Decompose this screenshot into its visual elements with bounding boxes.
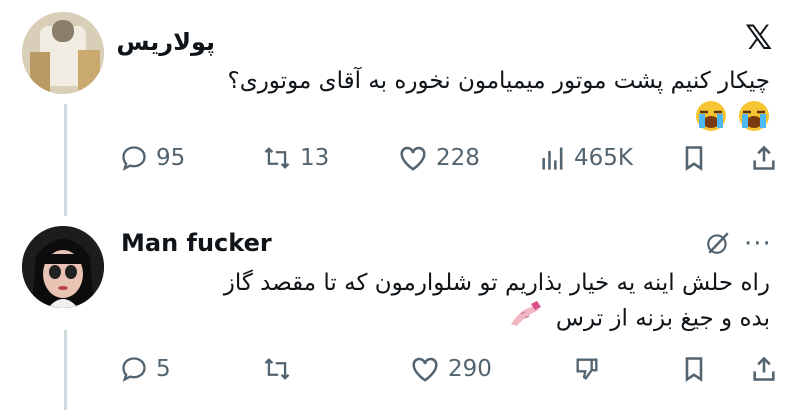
reply-icon bbox=[122, 357, 146, 382]
repost-icon bbox=[264, 147, 290, 169]
views-icon bbox=[542, 147, 563, 170]
thread-line bbox=[64, 104, 67, 216]
post-text: چیکار کنیم پشت موتور میمیامون نخوره به آ… bbox=[227, 68, 770, 94]
nail-polish-icon bbox=[509, 300, 543, 338]
reply-icon bbox=[122, 146, 146, 171]
thumbs-down-icon bbox=[576, 358, 598, 380]
share-button[interactable] bbox=[750, 144, 778, 172]
grok-icon[interactable] bbox=[705, 230, 731, 260]
reply-button[interactable]: 5 bbox=[120, 355, 171, 383]
repost-button[interactable]: 13 bbox=[262, 144, 329, 172]
avatar[interactable] bbox=[22, 226, 104, 308]
crying-face-icon bbox=[738, 100, 770, 132]
post-text: راه حلش اینه یه خیار بذاریم تو شلوارمون … bbox=[110, 266, 770, 338]
repost-count: 13 bbox=[300, 145, 330, 171]
action-bar: 95 13 228 465K bbox=[120, 144, 782, 184]
views-button[interactable]: 465K bbox=[540, 144, 633, 172]
author-name[interactable]: Man fucker bbox=[121, 229, 272, 257]
reply-count: 95 bbox=[156, 145, 186, 171]
post-text-line: راه حلش اینه یه خیار بذاریم تو شلوارمون … bbox=[223, 270, 770, 296]
share-icon bbox=[753, 356, 775, 381]
post-text-line: بده و جیغ بزنه از ترس bbox=[110, 300, 770, 338]
like-count: 290 bbox=[448, 356, 492, 382]
heart-icon bbox=[412, 357, 438, 382]
bookmark-button[interactable] bbox=[682, 355, 706, 383]
like-button[interactable]: 290 bbox=[410, 355, 492, 383]
crying-face-icon bbox=[695, 100, 727, 132]
bookmark-button[interactable] bbox=[682, 144, 706, 172]
more-icon[interactable]: ··· bbox=[744, 229, 772, 259]
post-text-span: بده و جیغ بزنه از ترس bbox=[555, 305, 770, 332]
repost-icon bbox=[264, 358, 290, 380]
action-bar: 5 290 bbox=[120, 355, 782, 395]
x-logo-icon: 𝕏 bbox=[745, 18, 773, 58]
share-button[interactable] bbox=[750, 355, 778, 383]
author-name[interactable]: پولاریس bbox=[116, 28, 215, 56]
emoji-row bbox=[689, 100, 770, 136]
downvote-button[interactable] bbox=[573, 355, 601, 383]
reply-count: 5 bbox=[156, 356, 171, 382]
thread-line bbox=[64, 330, 67, 410]
like-count: 228 bbox=[436, 145, 480, 171]
like-button[interactable]: 228 bbox=[398, 144, 480, 172]
views-count: 465K bbox=[574, 145, 633, 171]
repost-button[interactable] bbox=[262, 355, 300, 383]
share-icon bbox=[753, 145, 775, 170]
reply-button[interactable]: 95 bbox=[120, 144, 185, 172]
bookmark-icon bbox=[685, 357, 703, 382]
avatar[interactable] bbox=[22, 12, 104, 94]
bookmark-icon bbox=[685, 146, 703, 171]
heart-icon bbox=[400, 146, 426, 171]
